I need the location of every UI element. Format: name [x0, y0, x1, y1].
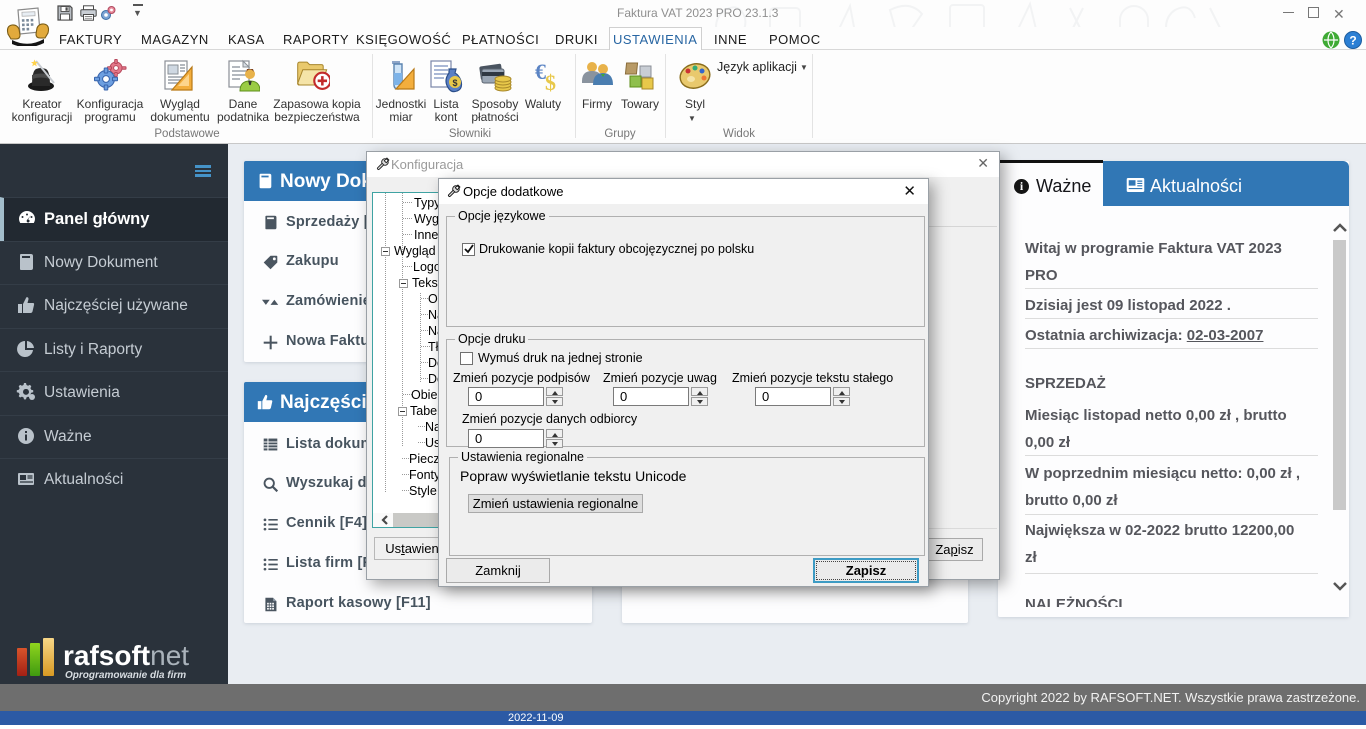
svg-text:?: ? — [1349, 34, 1356, 48]
svg-text:$: $ — [452, 78, 457, 88]
svg-text:$: $ — [545, 70, 556, 93]
